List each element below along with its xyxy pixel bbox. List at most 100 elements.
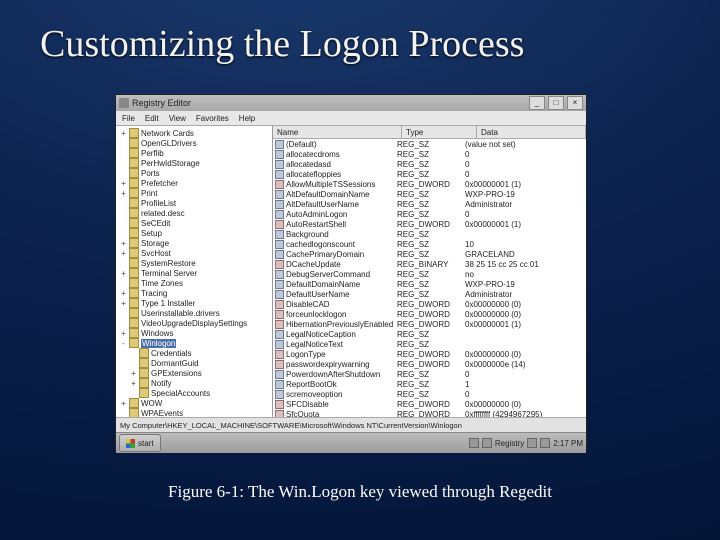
tree-node[interactable]: +Prefetcher <box>120 178 270 188</box>
value-name: allocatecdroms <box>286 150 340 159</box>
col-data[interactable]: Data <box>477 126 586 138</box>
tree-node[interactable]: +Windows <box>120 328 270 338</box>
tree-node[interactable]: +Print <box>120 188 270 198</box>
tree-node[interactable]: Time Zones <box>120 278 270 288</box>
tree-node[interactable]: +Tracing <box>120 288 270 298</box>
list-row[interactable]: allocatecdromsREG_SZ0 <box>273 149 586 159</box>
list-row[interactable]: DefaultDomainNameREG_SZWXP-PRO-19 <box>273 279 586 289</box>
tree-label: Time Zones <box>141 279 183 288</box>
menu-help[interactable]: Help <box>239 114 255 123</box>
minimize-button[interactable]: _ <box>529 96 545 110</box>
list-row[interactable]: ReportBootOkREG_SZ1 <box>273 379 586 389</box>
list-row[interactable]: LogonTypeREG_DWORD0x00000000 (0) <box>273 349 586 359</box>
tree-node[interactable]: Credentials <box>120 348 270 358</box>
tray-icon[interactable] <box>482 438 492 448</box>
menu-file[interactable]: File <box>122 114 135 123</box>
tree-label: Notify <box>151 379 171 388</box>
list-row[interactable]: passwordexpirywarningREG_DWORD0x0000000e… <box>273 359 586 369</box>
col-type[interactable]: Type <box>402 126 477 138</box>
tray-icon[interactable] <box>469 438 479 448</box>
list-header[interactable]: Name Type Data <box>273 126 586 139</box>
list-row[interactable]: BackgroundREG_SZ <box>273 229 586 239</box>
expand-icon[interactable]: + <box>120 399 127 408</box>
tree-node[interactable]: +Network Cards <box>120 128 270 138</box>
tree-node[interactable]: WPAEvents <box>120 408 270 417</box>
tree-node[interactable]: +Type 1 Installer <box>120 298 270 308</box>
list-row[interactable]: allocatedasdREG_SZ0 <box>273 159 586 169</box>
tree-node[interactable]: Userinstallable.drivers <box>120 308 270 318</box>
tree-node[interactable]: Ports <box>120 168 270 178</box>
expand-icon[interactable]: + <box>120 289 127 298</box>
system-tray[interactable]: Registry 2:17 PM <box>469 438 583 448</box>
expand-icon[interactable]: + <box>120 299 127 308</box>
tree-node[interactable]: PerHwIdStorage <box>120 158 270 168</box>
expand-icon[interactable]: + <box>120 249 127 258</box>
expand-icon[interactable]: + <box>120 269 127 278</box>
value-data: 0x00000000 (0) <box>463 310 586 319</box>
tree-node[interactable]: related.desc <box>120 208 270 218</box>
expand-icon[interactable]: + <box>120 329 127 338</box>
tree-node[interactable]: VideoUpgradeDisplaySettings <box>120 318 270 328</box>
list-row[interactable]: DefaultUserNameREG_SZAdministrator <box>273 289 586 299</box>
menu-favorites[interactable]: Favorites <box>196 114 229 123</box>
close-button[interactable]: × <box>567 96 583 110</box>
list-row[interactable]: LegalNoticeCaptionREG_SZ <box>273 329 586 339</box>
value-name: AutoRestartShell <box>286 220 346 229</box>
tree-node[interactable]: Perflib <box>120 148 270 158</box>
list-row[interactable]: DCacheUpdateREG_BINARY38 25 15 cc 25 cc … <box>273 259 586 269</box>
menu-view[interactable]: View <box>169 114 186 123</box>
tray-icon[interactable] <box>540 438 550 448</box>
expand-icon[interactable]: + <box>130 379 137 388</box>
tree-node[interactable]: ProfileList <box>120 198 270 208</box>
menu-edit[interactable]: Edit <box>145 114 159 123</box>
value-list[interactable]: Name Type Data (Default)REG_SZ(value not… <box>273 126 586 417</box>
list-row[interactable]: AllowMultipleTSSessionsREG_DWORD0x000000… <box>273 179 586 189</box>
expand-icon[interactable]: + <box>120 239 127 248</box>
expand-icon[interactable]: + <box>120 129 127 138</box>
windows-flag-icon <box>126 439 135 448</box>
registry-tree[interactable]: +Network CardsOpenGLDriversPerflibPerHwI… <box>116 126 273 417</box>
list-row[interactable]: scremoveoptionREG_SZ0 <box>273 389 586 399</box>
list-row[interactable]: (Default)REG_SZ(value not set) <box>273 139 586 149</box>
expand-icon[interactable]: + <box>120 179 127 188</box>
list-body[interactable]: (Default)REG_SZ(value not set)allocatecd… <box>273 139 586 417</box>
expand-icon[interactable]: - <box>120 339 127 348</box>
titlebar[interactable]: Registry Editor _ □ × <box>116 95 586 111</box>
tray-icon[interactable] <box>527 438 537 448</box>
start-label: start <box>138 439 154 448</box>
maximize-button[interactable]: □ <box>548 96 564 110</box>
list-row[interactable]: AltDefaultUserNameREG_SZAdministrator <box>273 199 586 209</box>
tree-node[interactable]: -Winlogon <box>120 338 270 348</box>
start-button[interactable]: start <box>119 434 161 452</box>
value-name: LegalNoticeCaption <box>286 330 356 339</box>
list-row[interactable]: DebugServerCommandREG_SZno <box>273 269 586 279</box>
list-row[interactable]: AutoAdminLogonREG_SZ0 <box>273 209 586 219</box>
expand-icon[interactable]: + <box>130 369 137 378</box>
tree-node[interactable]: +SvcHost <box>120 248 270 258</box>
list-row[interactable]: forceunlocklogonREG_DWORD0x00000000 (0) <box>273 309 586 319</box>
tree-node[interactable]: +WOW <box>120 398 270 408</box>
list-row[interactable]: allocatefloppiesREG_SZ0 <box>273 169 586 179</box>
list-row[interactable]: AutoRestartShellREG_DWORD0x00000001 (1) <box>273 219 586 229</box>
tree-node[interactable]: SpecialAccounts <box>120 388 270 398</box>
tree-node[interactable]: +Terminal Server <box>120 268 270 278</box>
tree-node[interactable]: SystemRestore <box>120 258 270 268</box>
list-row[interactable]: DisableCADREG_DWORD0x00000000 (0) <box>273 299 586 309</box>
tree-node[interactable]: + Notify <box>120 378 270 388</box>
list-row[interactable]: cachedlogonscountREG_SZ10 <box>273 239 586 249</box>
list-row[interactable]: SfcQuotaREG_DWORD0xffffffff (4294967295) <box>273 409 586 417</box>
tree-node[interactable]: +Storage <box>120 238 270 248</box>
tree-node[interactable]: Setup <box>120 228 270 238</box>
tree-node[interactable]: OpenGLDrivers <box>120 138 270 148</box>
tree-node[interactable]: SeCEdit <box>120 218 270 228</box>
tree-node[interactable]: DormantGuid <box>120 358 270 368</box>
list-row[interactable]: LegalNoticeTextREG_SZ <box>273 339 586 349</box>
expand-icon[interactable]: + <box>120 189 127 198</box>
list-row[interactable]: HibernationPreviouslyEnabledREG_DWORD0x0… <box>273 319 586 329</box>
tree-node[interactable]: +GPExtensions <box>120 368 270 378</box>
list-row[interactable]: CachePrimaryDomainREG_SZGRACELAND <box>273 249 586 259</box>
col-name[interactable]: Name <box>273 126 402 138</box>
list-row[interactable]: PowerdownAfterShutdownREG_SZ0 <box>273 369 586 379</box>
list-row[interactable]: SFCDisableREG_DWORD0x00000000 (0) <box>273 399 586 409</box>
list-row[interactable]: AltDefaultDomainNameREG_SZWXP-PRO-19 <box>273 189 586 199</box>
